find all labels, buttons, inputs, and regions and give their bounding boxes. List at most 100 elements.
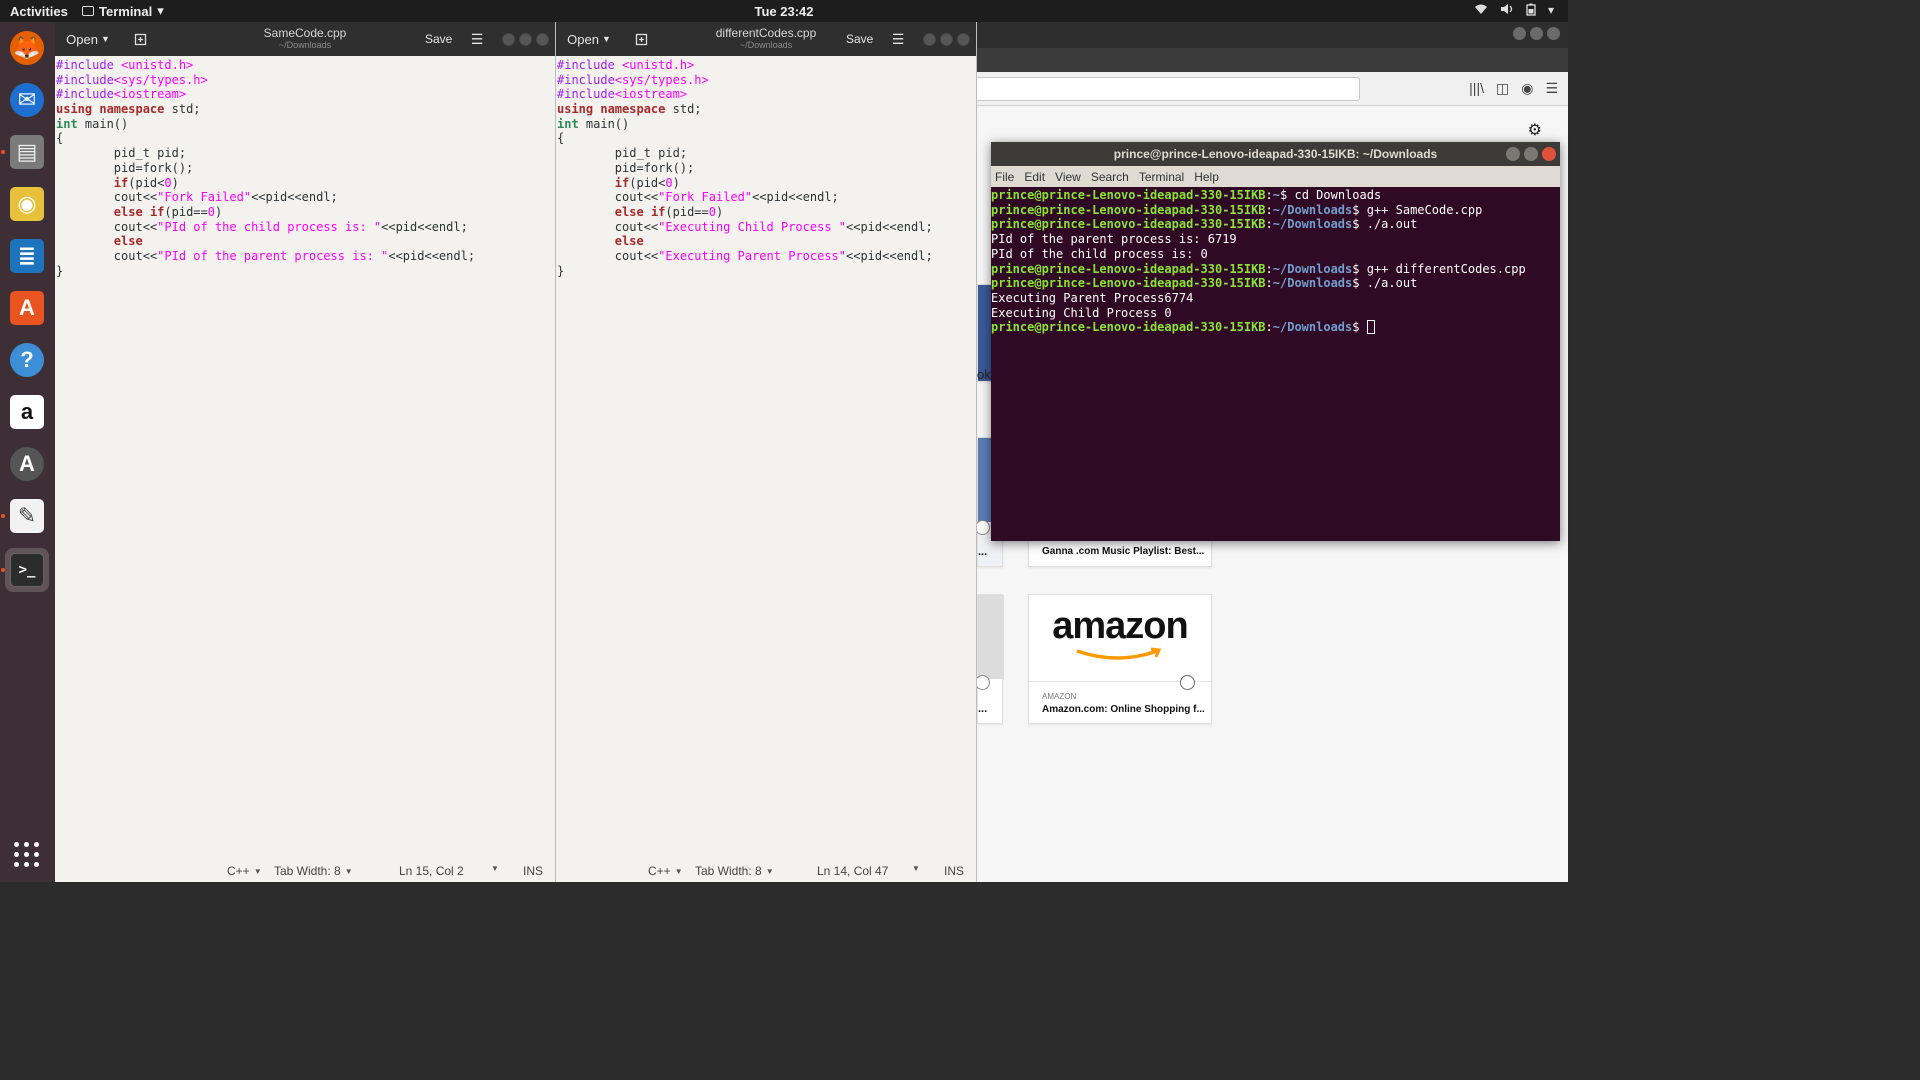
dock-item-thunderbird[interactable]: ✉ xyxy=(5,78,49,122)
dock-item-software-updater[interactable]: A xyxy=(5,442,49,486)
maximize-icon[interactable] xyxy=(940,33,953,46)
browser-tabstrip xyxy=(977,48,1568,72)
open-button[interactable]: Open ▼ xyxy=(63,28,113,50)
code-line: #include <unistd.h> xyxy=(56,58,555,73)
dock-item-amazon[interactable]: a xyxy=(5,390,49,434)
tile-amazon[interactable]: amazon AMAZON Amazon.com: Online Shoppin… xyxy=(1028,594,1213,724)
code-token: else xyxy=(614,204,644,219)
language-label: C++ xyxy=(227,864,250,878)
code-token: <<pid<<endl; xyxy=(846,219,933,234)
terminal-command: ./a.out xyxy=(1359,276,1418,291)
activities-button[interactable]: Activities xyxy=(10,4,68,19)
app-menu[interactable]: Terminal ▾ xyxy=(82,3,164,19)
account-icon[interactable]: ◉ xyxy=(1521,80,1533,97)
hamburger-menu-icon[interactable]: ☰ xyxy=(887,28,909,50)
position-dropdown[interactable]: ▼ xyxy=(491,864,499,873)
minimize-icon[interactable] xyxy=(923,33,936,46)
dock-item-text-editor[interactable]: ✎ xyxy=(5,494,49,538)
library-icon[interactable]: |||\ xyxy=(1469,80,1484,97)
terminal-window-controls[interactable] xyxy=(1506,147,1556,161)
tab-width-selector[interactable]: Tab Width: 8 ▼ xyxy=(695,864,774,878)
code-line: int main() xyxy=(56,117,555,132)
code-token: <sys/types.h> xyxy=(113,72,208,87)
url-bar[interactable] xyxy=(977,77,1360,101)
firefox-icon: 🦊 xyxy=(10,31,44,65)
partial-tile-3[interactable]: ... xyxy=(975,594,1004,724)
code-token: (pid== xyxy=(164,204,208,219)
minimize-icon[interactable] xyxy=(1506,147,1520,161)
minimize-icon[interactable] xyxy=(502,33,515,46)
editor-window-controls[interactable] xyxy=(923,33,970,46)
cursor-position[interactable]: Ln 15, Col 2 xyxy=(399,864,464,878)
terminal-menu-help[interactable]: Help xyxy=(1194,170,1219,184)
code-token: #include xyxy=(56,72,114,87)
close-icon[interactable] xyxy=(1542,147,1556,161)
dock-item-libreoffice-writer[interactable]: ≣ xyxy=(5,234,49,278)
new-document-button[interactable] xyxy=(630,28,652,50)
dock-item-firefox[interactable]: 🦊 xyxy=(5,26,49,70)
maximize-icon[interactable] xyxy=(519,33,532,46)
show-applications-grid-icon[interactable] xyxy=(14,842,40,868)
code-line: else xyxy=(557,234,976,249)
hamburger-menu-icon[interactable]: ☰ xyxy=(466,28,488,50)
new-document-button[interactable] xyxy=(129,28,151,50)
save-button[interactable]: Save xyxy=(425,28,452,50)
terminal-menu-terminal[interactable]: Terminal xyxy=(1139,170,1184,184)
position-dropdown[interactable]: ▼ xyxy=(912,864,920,873)
insert-mode[interactable]: INS xyxy=(944,864,964,878)
chevron-down-icon: ▼ xyxy=(765,866,774,876)
tile-amazon-source: AMAZON xyxy=(1042,692,1077,701)
maximize-icon[interactable] xyxy=(1524,147,1538,161)
open-button[interactable]: Open ▼ xyxy=(564,28,614,50)
terminal-command: ./a.out xyxy=(1359,217,1418,232)
maximize-icon[interactable] xyxy=(1530,27,1543,40)
code-editor[interactable]: #include <unistd.h> #include<sys/types.h>… xyxy=(557,56,976,278)
save-button[interactable]: Save xyxy=(846,28,873,50)
close-icon[interactable] xyxy=(536,33,549,46)
dock-item-files[interactable]: ▤ xyxy=(5,130,49,174)
code-line: if(pid<0) xyxy=(557,176,976,191)
hamburger-menu-icon[interactable]: ☰ xyxy=(1545,80,1558,97)
code-editor[interactable]: #include <unistd.h> #include<sys/types.h>… xyxy=(56,56,555,278)
clock[interactable]: Tue 23:42 xyxy=(754,4,813,19)
browser-window-controls[interactable] xyxy=(1513,27,1560,40)
running-indicator xyxy=(1,150,5,154)
code-line: int main() xyxy=(557,117,976,132)
sidebar-icon[interactable]: ◫ xyxy=(1496,80,1509,97)
terminal-titlebar[interactable]: prince@prince-Lenovo-ideapad-330-15IKB: … xyxy=(991,142,1560,166)
dock-item-terminal[interactable]: >_ xyxy=(5,548,49,592)
dock-item-rhythmbox[interactable]: ◉ xyxy=(5,182,49,226)
terminal-menu-file[interactable]: File xyxy=(995,170,1014,184)
prompt-path: ~ xyxy=(1272,188,1281,202)
close-icon[interactable] xyxy=(1547,27,1560,40)
language-selector[interactable]: C++ ▼ xyxy=(648,864,683,878)
terminal-output[interactable]: prince@prince-Lenovo-ideapad-330-15IKB:~… xyxy=(991,187,1560,541)
terminal-menu-view[interactable]: View xyxy=(1055,170,1081,184)
prompt-dollar: $ xyxy=(1352,217,1360,232)
code-token: if xyxy=(113,175,129,190)
cursor-position[interactable]: Ln 14, Col 47 xyxy=(817,864,888,878)
gear-icon[interactable]: ⚙ xyxy=(1528,120,1542,140)
dock-item-software-center[interactable]: A xyxy=(5,286,49,330)
language-selector[interactable]: C++ ▼ xyxy=(227,864,262,878)
help-glyph: ? xyxy=(20,347,34,372)
prompt-separator: : xyxy=(1265,202,1273,217)
editor-window-controls[interactable] xyxy=(502,33,549,46)
tile-amazon-caption: Amazon.com: Online Shopping f... xyxy=(1042,704,1205,715)
insert-mode[interactable]: INS xyxy=(523,864,543,878)
minimize-icon[interactable] xyxy=(1513,27,1526,40)
code-token: if xyxy=(149,204,165,219)
terminal-window: prince@prince-Lenovo-ideapad-330-15IKB: … xyxy=(991,142,1560,541)
tab-width-selector[interactable]: Tab Width: 8 ▼ xyxy=(274,864,353,878)
terminal-menu-search[interactable]: Search xyxy=(1091,170,1129,184)
grid-dot xyxy=(14,842,19,847)
open-button-label: Open xyxy=(66,31,98,47)
code-token: "Executing Parent Process" xyxy=(658,248,846,263)
firefox-glyph: 🦊 xyxy=(13,35,41,60)
terminal-menu-edit[interactable]: Edit xyxy=(1024,170,1045,184)
close-icon[interactable] xyxy=(957,33,970,46)
code-token: cout<< xyxy=(56,248,158,263)
terminal-line: prince@prince-Lenovo-ideapad-330-15IKB:~… xyxy=(991,262,1560,277)
dock-item-help[interactable]: ? xyxy=(5,338,49,382)
system-tray[interactable]: ▾ xyxy=(1474,3,1554,19)
